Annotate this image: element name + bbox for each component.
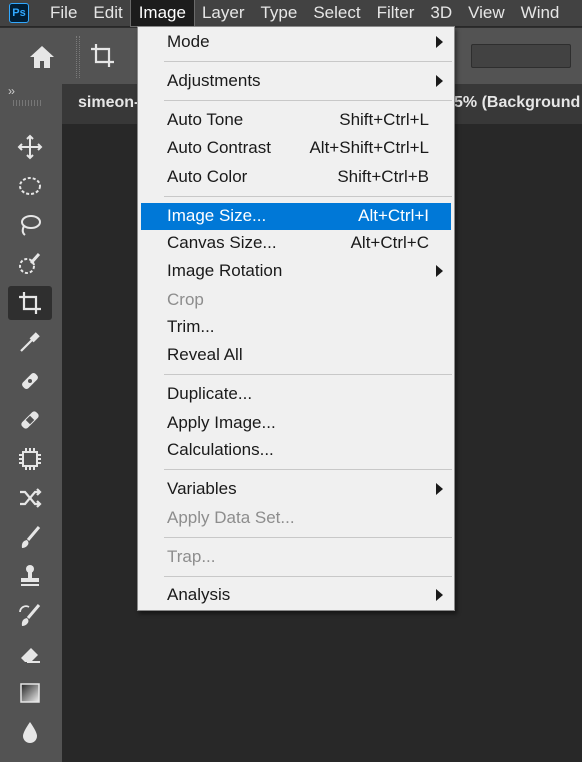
menu-separator bbox=[164, 100, 452, 101]
menu-item-reveal-all[interactable]: Reveal All bbox=[141, 342, 451, 369]
menu-filter[interactable]: Filter bbox=[369, 0, 423, 26]
menu-item-shortcut: Alt+Shift+Ctrl+L bbox=[309, 138, 429, 157]
submenu-arrow-icon bbox=[436, 265, 443, 277]
menu-item-label: Reveal All bbox=[167, 345, 243, 364]
lasso-icon[interactable] bbox=[8, 208, 52, 242]
menu-item-label: Mode bbox=[167, 32, 210, 51]
menu-separator bbox=[164, 537, 452, 538]
quick-select-icon[interactable] bbox=[8, 247, 52, 281]
menu-item-shortcut: Alt+Ctrl+C bbox=[350, 233, 429, 252]
menu-item-label: Auto Tone bbox=[167, 110, 244, 129]
submenu-arrow-icon bbox=[436, 36, 443, 48]
menu-edit[interactable]: Edit bbox=[85, 0, 130, 26]
menu-item-label: Apply Image... bbox=[167, 413, 276, 432]
menu-item-label: Trim... bbox=[167, 317, 215, 336]
collapse-chevron-icon[interactable]: ›› bbox=[8, 84, 15, 98]
menu-layer[interactable]: Layer bbox=[194, 0, 253, 26]
menu-item-trap: Trap... bbox=[141, 544, 451, 571]
submenu-arrow-icon bbox=[436, 75, 443, 87]
menu-image[interactable]: Image bbox=[129, 0, 195, 27]
menu-file[interactable]: File bbox=[42, 0, 85, 26]
spot-healing-icon[interactable] bbox=[8, 364, 52, 398]
menu-item-label: Image Size... bbox=[167, 206, 267, 225]
menu-item-label: Duplicate... bbox=[167, 384, 253, 403]
panel-strip: ›› bbox=[0, 84, 62, 124]
menu-separator bbox=[164, 469, 452, 470]
menu-item-mode[interactable]: Mode bbox=[141, 29, 451, 56]
menu-type[interactable]: Type bbox=[252, 0, 305, 26]
submenu-arrow-icon bbox=[436, 483, 443, 495]
options-divider bbox=[76, 36, 80, 78]
menu-separator bbox=[164, 61, 452, 62]
blur-icon[interactable] bbox=[8, 715, 52, 749]
menu-item-auto-tone[interactable]: Auto Tone Shift+Ctrl+L bbox=[141, 107, 451, 134]
shuffle-icon[interactable] bbox=[8, 481, 52, 515]
menu-item-shortcut: Alt+Ctrl+I bbox=[358, 206, 429, 225]
menu-select[interactable]: Select bbox=[305, 0, 368, 26]
healing-icon[interactable] bbox=[8, 403, 52, 437]
menu-item-label: Crop bbox=[167, 290, 204, 309]
menu-3d[interactable]: 3D bbox=[422, 0, 460, 26]
submenu-arrow-icon bbox=[436, 589, 443, 601]
crop-icon[interactable] bbox=[8, 286, 52, 320]
menu-item-label: Trap... bbox=[167, 547, 216, 566]
menu-item-variables[interactable]: Variables bbox=[141, 476, 451, 503]
eraser-icon[interactable] bbox=[8, 637, 52, 671]
menu-item-image-rotation[interactable]: Image Rotation bbox=[141, 258, 451, 285]
stamp-icon[interactable] bbox=[8, 559, 52, 593]
marquee-icon[interactable] bbox=[8, 169, 52, 203]
menu-separator bbox=[164, 374, 452, 375]
menu-item-auto-color[interactable]: Auto Color Shift+Ctrl+B bbox=[141, 164, 451, 191]
menu-item-label: Auto Contrast bbox=[167, 138, 271, 157]
menu-item-image-size[interactable]: Image Size... Alt+Ctrl+I bbox=[141, 203, 451, 230]
object-select-icon[interactable] bbox=[8, 442, 52, 476]
menu-item-label: Auto Color bbox=[167, 167, 248, 186]
menu-item-label: Apply Data Set... bbox=[167, 508, 295, 527]
home-icon[interactable] bbox=[26, 41, 58, 73]
menu-item-calculations[interactable]: Calculations... bbox=[141, 437, 451, 464]
menu-item-shortcut: Shift+Ctrl+B bbox=[337, 167, 429, 186]
document-tab-title: simeon- bbox=[78, 94, 140, 111]
crop-preset-icon[interactable] bbox=[88, 41, 118, 71]
tools-panel bbox=[0, 124, 62, 762]
panel-grip[interactable] bbox=[13, 100, 43, 106]
menu-separator bbox=[164, 196, 452, 197]
menu-item-label: Analysis bbox=[167, 585, 231, 604]
menu-separator bbox=[164, 576, 452, 577]
history-brush-icon[interactable] bbox=[8, 598, 52, 632]
brush-icon[interactable] bbox=[8, 520, 52, 554]
eyedropper-icon[interactable] bbox=[8, 325, 52, 359]
menu-item-trim[interactable]: Trim... bbox=[141, 314, 451, 341]
image-menu-dropdown: Mode Adjustments Auto Tone Shift+Ctrl+L … bbox=[137, 26, 455, 611]
menu-item-label: Variables bbox=[167, 479, 237, 498]
gradient-icon[interactable] bbox=[8, 676, 52, 710]
menu-item-label: Image Rotation bbox=[167, 261, 283, 280]
move-icon[interactable] bbox=[8, 130, 52, 164]
menu-item-canvas-size[interactable]: Canvas Size... Alt+Ctrl+C bbox=[141, 230, 451, 257]
menu-item-label: Calculations... bbox=[167, 440, 274, 459]
menu-item-duplicate[interactable]: Duplicate... bbox=[141, 381, 451, 408]
menu-item-analysis[interactable]: Analysis bbox=[141, 582, 451, 609]
menu-item-auto-contrast[interactable]: Auto Contrast Alt+Shift+Ctrl+L bbox=[141, 135, 451, 162]
menu-item-crop: Crop bbox=[141, 287, 451, 314]
menu-bar: Ps File Edit Image Layer Type Select Fil… bbox=[0, 0, 582, 27]
photoshop-logo-icon: Ps bbox=[9, 3, 29, 23]
menu-item-apply-data-set: Apply Data Set... bbox=[141, 505, 451, 532]
document-tab-zoom: 5% (Background bbox=[454, 94, 581, 111]
menu-item-label: Canvas Size... bbox=[167, 233, 277, 252]
options-field[interactable] bbox=[471, 44, 571, 68]
menu-item-adjustments[interactable]: Adjustments bbox=[141, 68, 451, 95]
menu-view[interactable]: View bbox=[460, 0, 513, 26]
menu-item-label: Adjustments bbox=[167, 71, 261, 90]
menu-window[interactable]: Wind bbox=[513, 0, 568, 26]
menu-item-apply-image[interactable]: Apply Image... bbox=[141, 410, 451, 437]
menu-item-shortcut: Shift+Ctrl+L bbox=[339, 110, 429, 129]
